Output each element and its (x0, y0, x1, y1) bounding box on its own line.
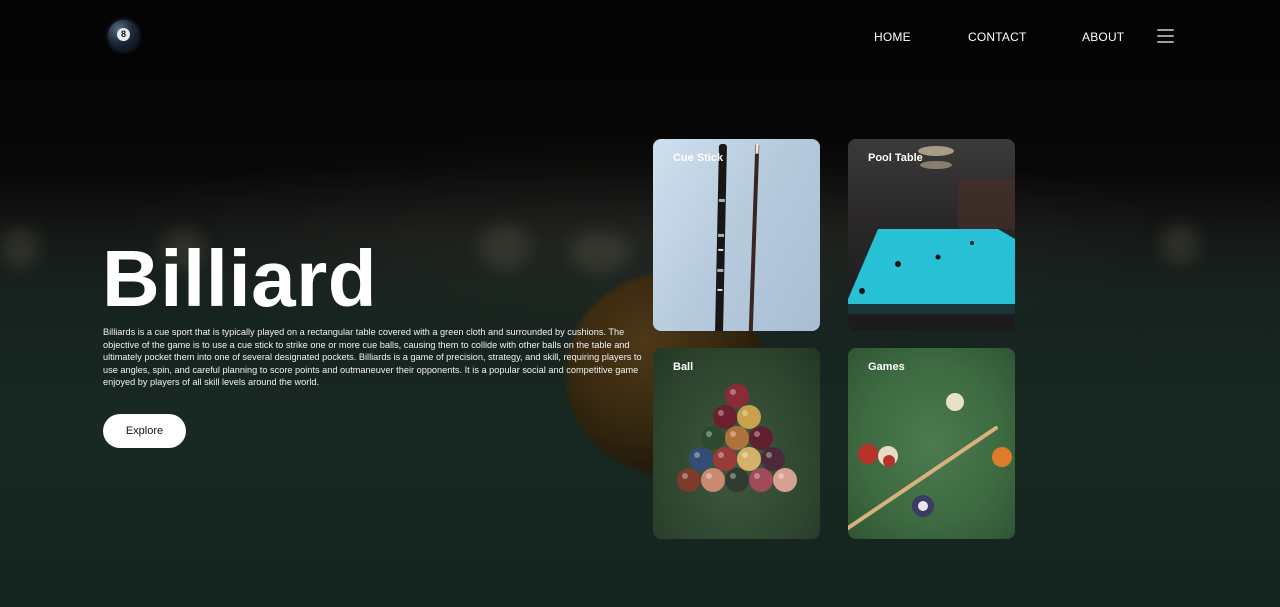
billiard-game-image (848, 393, 1012, 530)
hero-title: Billiard (102, 234, 378, 323)
rack-ball-highlight (730, 389, 736, 395)
card-label: Pool Table (868, 152, 923, 164)
rack-ball-highlight (682, 473, 688, 479)
rack-ball (677, 468, 701, 492)
rack-ball (725, 426, 749, 450)
hero-description: Billiards is a cue sport that is typical… (103, 327, 642, 388)
hamburger-menu-icon[interactable] (1157, 29, 1174, 43)
rack-ball (737, 447, 761, 471)
rack-ball (701, 468, 725, 492)
rack-ball (749, 426, 773, 450)
logo-eight-ball-icon[interactable]: 8 (108, 20, 139, 51)
rack-ball (689, 447, 713, 471)
rack-ball-highlight (730, 473, 736, 479)
rack-ball-highlight (718, 452, 724, 458)
nav-home-link[interactable]: HOME (874, 30, 911, 44)
logo-number: 8 (117, 28, 130, 41)
rack-ball (701, 426, 725, 450)
explore-button[interactable]: Explore (103, 414, 186, 448)
rack-ball (737, 405, 761, 429)
rack-ball (713, 405, 737, 429)
card-label: Cue Stick (673, 152, 724, 164)
rack-ball-highlight (730, 431, 736, 437)
rack-ball (725, 468, 749, 492)
cue-stick-image (715, 143, 760, 331)
rack-ball (713, 447, 737, 471)
card-label: Ball (673, 361, 694, 373)
rack-ball (725, 384, 749, 408)
racked-balls-image (677, 384, 797, 492)
nav-contact-link[interactable]: CONTACT (968, 30, 1027, 44)
rack-ball-highlight (706, 473, 712, 479)
nav-about-link[interactable]: ABOUT (1082, 30, 1124, 44)
card-pool-table[interactable]: Pool Table (848, 139, 1015, 331)
rack-ball-highlight (742, 410, 748, 416)
card-label: Games (868, 361, 905, 373)
pool-table-image (848, 146, 1015, 314)
card-games[interactable]: Games (848, 348, 1015, 539)
rack-ball-highlight (766, 452, 772, 458)
rack-ball-highlight (778, 473, 784, 479)
rack-ball-highlight (706, 431, 712, 437)
rack-ball-highlight (694, 452, 700, 458)
rack-ball-highlight (718, 410, 724, 416)
rack-ball-highlight (754, 431, 760, 437)
card-cue-stick[interactable]: Cue Stick (653, 139, 820, 331)
rack-ball-highlight (754, 473, 760, 479)
card-ball[interactable]: Ball (653, 348, 820, 539)
rack-ball-highlight (742, 452, 748, 458)
rack-ball (749, 468, 773, 492)
rack-ball (761, 447, 785, 471)
rack-ball (773, 468, 797, 492)
